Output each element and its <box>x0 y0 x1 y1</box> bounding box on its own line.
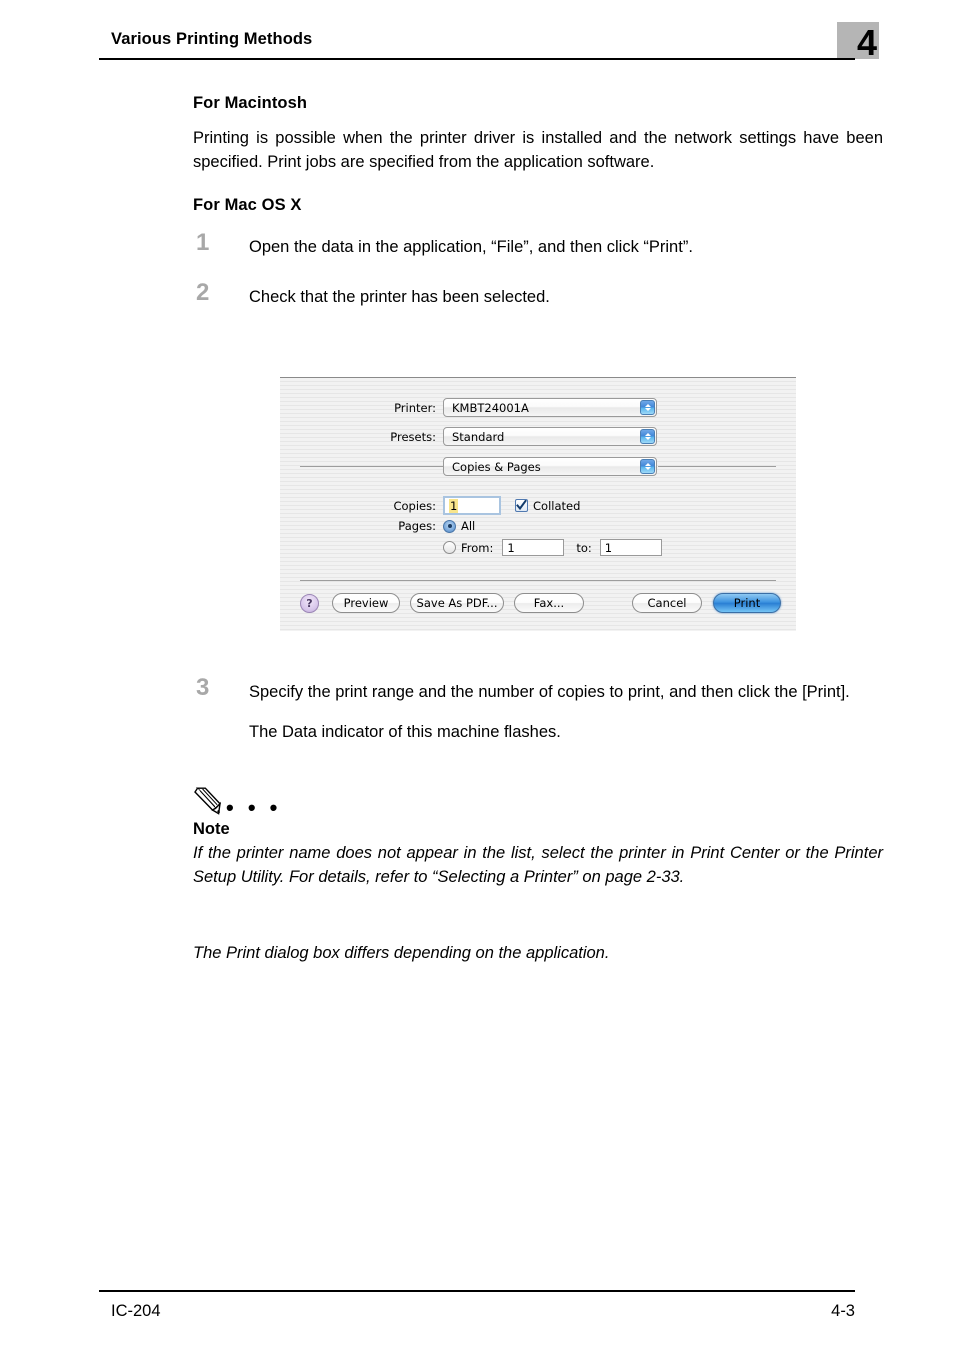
copies-label: Copies: <box>393 498 436 513</box>
pane-divider-left <box>300 466 443 467</box>
collated-checkbox-group[interactable]: Collated <box>515 499 580 513</box>
chevron-up-down-icon <box>640 400 655 415</box>
step-2-text: Check that the printer has been selected… <box>249 288 550 306</box>
pages-all-radio-group[interactable]: All <box>443 519 475 533</box>
footer-divider <box>99 1290 855 1292</box>
pages-range-row: From: 1 to: 1 <box>443 539 662 556</box>
step-1-text: Open the data in the application, “File”… <box>249 238 693 256</box>
collated-checkbox[interactable] <box>515 499 528 512</box>
step-3: 3 Specify the print range and the number… <box>193 675 883 744</box>
copies-value: 1 <box>449 498 459 513</box>
save-as-pdf-button[interactable]: Save As PDF... <box>410 593 504 613</box>
main-content: For Macintosh Printing is possible when … <box>193 94 883 333</box>
chevron-up-down-icon <box>640 429 655 444</box>
fax-button[interactable]: Fax... <box>514 593 584 613</box>
pages-all-label: All <box>461 519 476 533</box>
preview-button[interactable]: Preview <box>332 593 400 613</box>
header-title: Various Printing Methods <box>111 30 313 48</box>
printer-popup-value: KMBT24001A <box>452 400 529 415</box>
step-1: 1 Open the data in the application, “Fil… <box>193 230 883 259</box>
step-2-number: 2 <box>196 279 210 306</box>
pages-label: Pages: <box>398 519 436 533</box>
step-1-number: 1 <box>196 229 210 256</box>
chevron-up-down-icon <box>640 459 655 474</box>
footer-model: IC-204 <box>111 1302 161 1320</box>
pane-popup-value: Copies & Pages <box>452 459 541 474</box>
note-block: • • • Note If the printer name does not … <box>193 786 883 889</box>
step-3-number: 3 <box>196 674 210 701</box>
pane-divider-right <box>658 466 776 467</box>
dialog-button-bar: ? Preview Save As PDF... Fax... <box>300 593 584 613</box>
pages-to-label: to: <box>576 540 592 555</box>
presets-popup-value: Standard <box>452 429 505 444</box>
copies-row: Copies: 1 Collated <box>384 496 580 515</box>
pages-to-value: 1 <box>604 540 613 555</box>
print-button[interactable]: Print <box>713 593 781 613</box>
collated-label: Collated <box>533 498 581 513</box>
pages-to-input[interactable]: 1 <box>599 539 662 556</box>
pages-from-value: 1 <box>507 540 515 555</box>
pages-from-input[interactable]: 1 <box>502 539 565 556</box>
cancel-button[interactable]: Cancel <box>632 593 702 613</box>
step-2: 2 Check that the printer has been select… <box>193 280 883 309</box>
step-3-container: 3 Specify the print range and the number… <box>193 675 883 768</box>
note-extra-paragraph: The Print dialog box differs depending o… <box>193 944 610 962</box>
pencil-icon <box>194 787 221 815</box>
printer-label: Printer: <box>394 400 436 415</box>
chapter-number: 4 <box>857 22 878 63</box>
copies-input[interactable]: 1 <box>443 496 501 515</box>
note-title: Note <box>193 820 230 838</box>
header-divider <box>99 58 855 60</box>
pages-all-row: Pages: All <box>384 519 475 533</box>
presets-row: Presets: Standard <box>390 427 770 446</box>
presets-label: Presets: <box>390 429 436 444</box>
printer-popup-button[interactable]: KMBT24001A <box>443 398 657 417</box>
help-button[interactable]: ? <box>300 593 319 613</box>
dialog-action-buttons: Cancel Print <box>632 593 781 613</box>
document-page: Various Printing Methods 4 For Macintosh… <box>0 0 954 1352</box>
pane-row: Copies & Pages <box>443 457 657 476</box>
footer-divider <box>300 580 776 581</box>
printer-row: Printer: KMBT24001A <box>390 398 770 417</box>
page-header: Various Printing Methods 4 <box>99 22 879 66</box>
pages-all-radio[interactable] <box>443 519 456 533</box>
note-icon-row: • • • <box>193 786 883 820</box>
note-body: If the printer name does not appear in t… <box>193 844 883 886</box>
pages-from-label: From: <box>461 540 494 555</box>
pages-range-radio[interactable] <box>443 541 456 554</box>
step-3-subtext: The Data indicator of this machine flash… <box>249 723 561 741</box>
note-dots: • • • <box>226 795 282 820</box>
mac-print-dialog: Printer: KMBT24001A Presets: Standard Co… <box>280 377 796 631</box>
step-3-text: Specify the print range and the number o… <box>249 683 850 701</box>
presets-popup-button[interactable]: Standard <box>443 427 657 446</box>
print-dialog-figure: Printer: KMBT24001A Presets: Standard Co… <box>280 377 796 631</box>
section-heading-macosx: For Mac OS X <box>193 196 302 214</box>
macintosh-paragraph: Printing is possible when the printer dr… <box>193 129 883 171</box>
section-heading-macintosh: For Macintosh <box>193 94 308 112</box>
footer-page-number: 4-3 <box>831 1302 855 1320</box>
pane-popup-button[interactable]: Copies & Pages <box>443 457 657 476</box>
